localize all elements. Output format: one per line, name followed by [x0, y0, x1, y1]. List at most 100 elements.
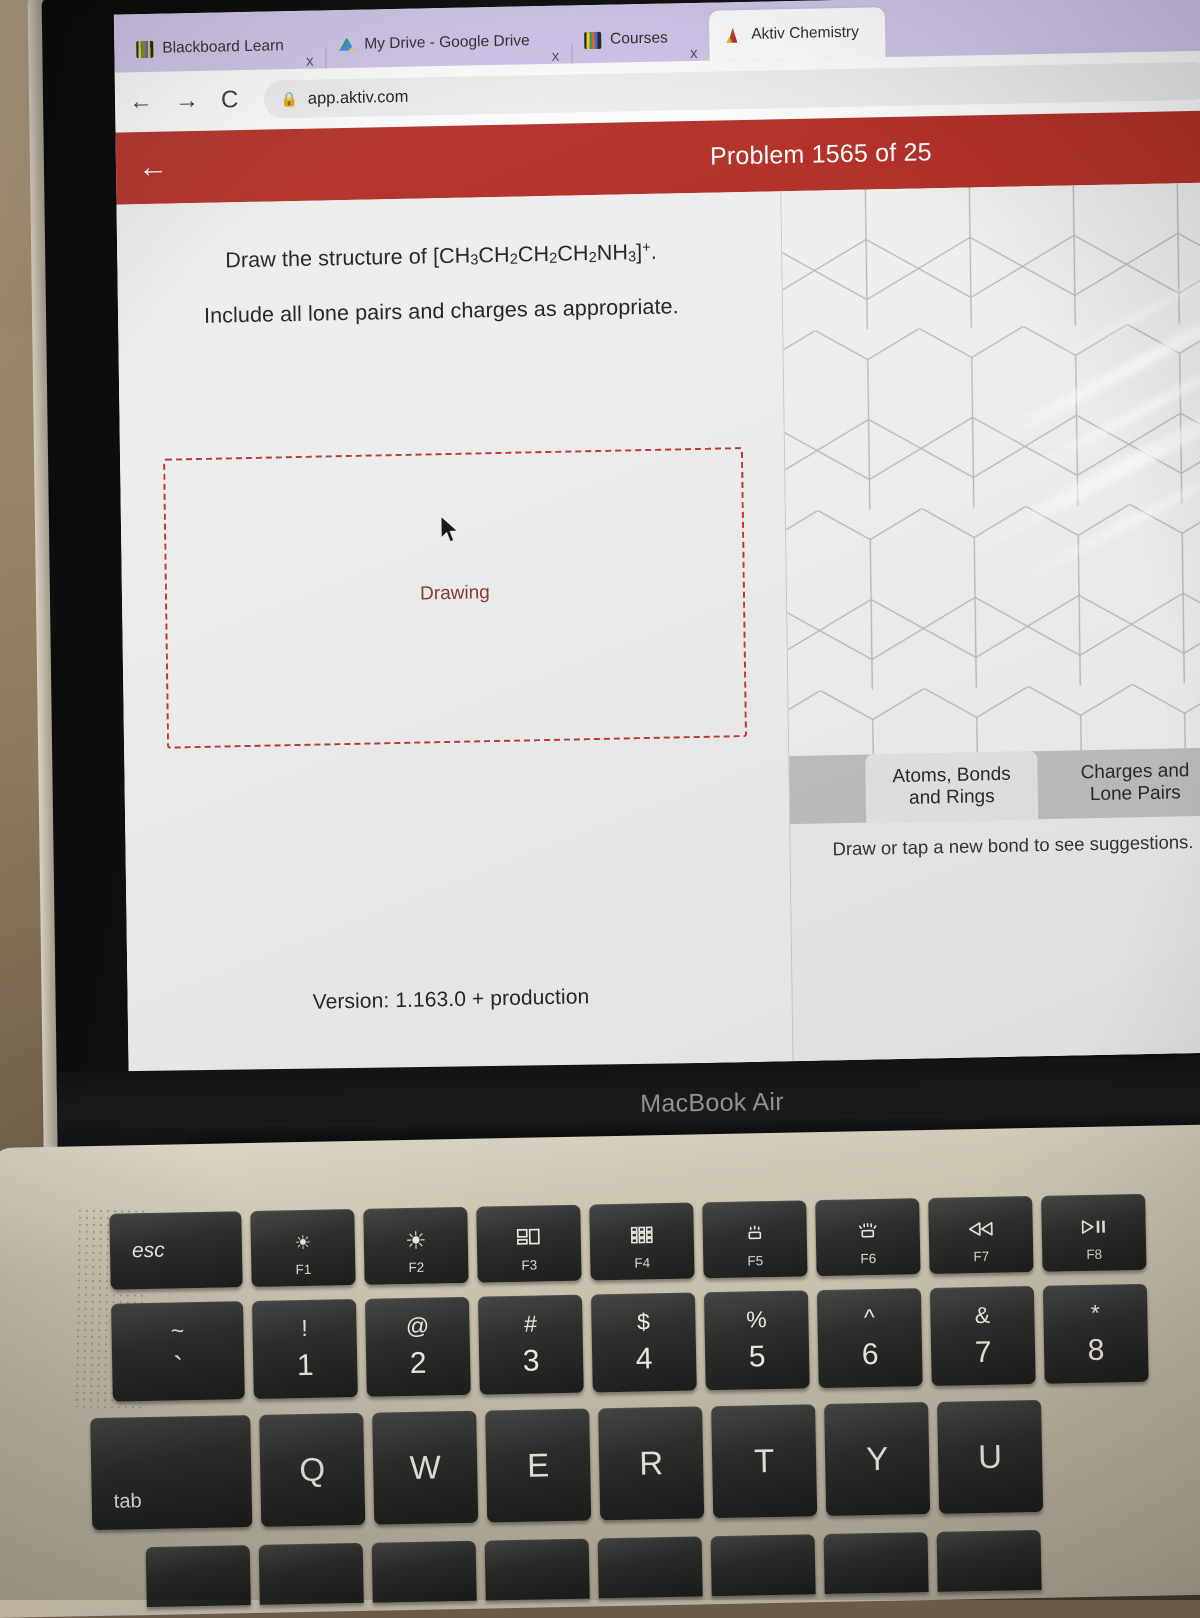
key-backtick[interactable]: ~ `	[111, 1301, 245, 1402]
key-label: 1	[297, 1351, 314, 1381]
key-label: F1	[295, 1262, 311, 1277]
browser-tab-my-drive[interactable]: My Drive - Google Drive	[328, 18, 534, 68]
key-f6[interactable]: F6	[815, 1198, 920, 1276]
key-u[interactable]: U	[937, 1400, 1043, 1514]
key-label: 6	[862, 1340, 879, 1370]
key-shift-label: ~	[171, 1320, 185, 1343]
number-key-row: ~ ` ! 1 @ 2 # 3 $ 4 % 5 ^ 6 & 7	[111, 1284, 1149, 1402]
honeycomb-background	[781, 182, 1200, 756]
key-t[interactable]: T	[711, 1404, 817, 1518]
browser-tab-title: Blackboard Learn	[162, 37, 284, 57]
key-f8[interactable]: F8	[1041, 1194, 1146, 1272]
key-row4[interactable]	[824, 1532, 929, 1594]
key-f7[interactable]: F7	[928, 1196, 1033, 1274]
tab-separator	[325, 48, 326, 68]
browser-tab-blackboard-learn[interactable]: Blackboard Learn	[126, 23, 288, 72]
key-f2[interactable]: ☀ F2	[363, 1207, 468, 1285]
brightness-up-icon: ☀	[405, 1229, 427, 1253]
mission-control-icon	[517, 1228, 541, 1249]
laptop-keyboard-deck: esc ☀ F1 ☀ F2 F3	[0, 1124, 1200, 1618]
key-e[interactable]: E	[485, 1409, 591, 1523]
key-q[interactable]: Q	[259, 1413, 365, 1527]
key-label: 5	[749, 1342, 766, 1372]
launchpad-icon	[631, 1226, 653, 1247]
key-label: W	[409, 1448, 441, 1487]
key-label: U	[978, 1438, 1003, 1476]
tab-atoms-bonds-and-rings[interactable]: Atoms, Bonds and Rings	[865, 751, 1038, 822]
key-w[interactable]: W	[372, 1411, 478, 1525]
key-label: F4	[634, 1255, 650, 1270]
key-shift-label: $	[637, 1311, 650, 1334]
key-3[interactable]: # 3	[478, 1295, 584, 1395]
key-label: R	[639, 1444, 664, 1482]
key-label: 3	[523, 1346, 540, 1376]
browser-tab-courses[interactable]: Courses	[574, 15, 672, 63]
key-label: T	[754, 1442, 775, 1480]
key-f3[interactable]: F3	[476, 1205, 581, 1283]
key-shift-label: !	[301, 1317, 308, 1340]
browser-back-icon[interactable]: ←	[129, 90, 153, 114]
key-y[interactable]: Y	[824, 1402, 930, 1516]
courses-icon	[584, 31, 601, 48]
tool-pane: Atoms, Bonds and Rings Charges and Lone …	[781, 182, 1200, 1061]
drawing-placeholder-label: Drawing	[167, 577, 743, 611]
key-shift-label: &	[975, 1304, 991, 1327]
key-row4[interactable]	[372, 1541, 477, 1603]
close-tab-my-drive-icon[interactable]: x	[552, 49, 560, 64]
rewind-icon	[967, 1220, 995, 1241]
browser-tab-aktiv-chemistry[interactable]: Aktiv Chemistry	[709, 7, 885, 61]
key-label: E	[527, 1446, 550, 1484]
key-2[interactable]: @ 2	[365, 1297, 471, 1397]
key-label: F8	[1086, 1247, 1102, 1262]
keyboard-brightness-up-icon	[855, 1222, 881, 1242]
key-4[interactable]: $ 4	[591, 1292, 697, 1392]
key-label: Q	[299, 1451, 325, 1489]
aktiv-chemistry-icon	[725, 26, 742, 43]
key-5[interactable]: % 5	[704, 1290, 810, 1390]
key-row4[interactable]	[485, 1539, 590, 1601]
question-formula-line: Draw the structure of [CH3CH2CH2CH2NH3]+…	[116, 191, 781, 275]
version-label: Version: 1.163.0 + production	[312, 985, 589, 1015]
address-bar[interactable]: 🔒 app.aktiv.com	[264, 62, 1200, 119]
macbook-air-laptop: Blackboard Learn x My Drive - Google Dri…	[42, 0, 1200, 1176]
site-lock-icon: 🔒	[280, 90, 298, 107]
key-1[interactable]: ! 1	[252, 1299, 358, 1399]
key-row4[interactable]	[146, 1545, 251, 1607]
key-label: F6	[860, 1251, 876, 1266]
browser-reload-icon[interactable]: C	[221, 88, 239, 112]
key-esc[interactable]: esc	[109, 1211, 242, 1290]
key-f1[interactable]: ☀ F1	[250, 1209, 355, 1287]
key-8[interactable]: * 8	[1043, 1284, 1149, 1384]
key-shift-label: *	[1091, 1302, 1100, 1325]
key-label: esc	[132, 1239, 165, 1264]
tab-charges-and-lone-pairs[interactable]: Charges and Lone Pairs	[1037, 747, 1200, 819]
key-f5[interactable]: F5	[702, 1200, 807, 1278]
key-r[interactable]: R	[598, 1406, 704, 1520]
problem-counter: Problem 1565 of 25	[116, 132, 1200, 183]
key-6[interactable]: ^ 6	[817, 1288, 923, 1388]
address-bar-url: app.aktiv.com	[308, 87, 409, 108]
key-label: `	[173, 1353, 184, 1383]
play-pause-icon	[1080, 1218, 1108, 1239]
key-shift-label: #	[524, 1313, 537, 1336]
close-tab-courses-icon[interactable]: x	[690, 46, 698, 61]
key-tab[interactable]: tab	[90, 1415, 252, 1530]
key-row4[interactable]	[598, 1536, 703, 1598]
key-7[interactable]: & 7	[930, 1286, 1036, 1386]
browser-forward-icon[interactable]: →	[175, 89, 199, 113]
key-row4[interactable]	[711, 1534, 816, 1596]
brightness-down-icon: ☀	[294, 1234, 311, 1253]
key-label: 8	[1087, 1335, 1104, 1365]
key-row4[interactable]	[937, 1530, 1042, 1592]
key-label: 4	[636, 1344, 653, 1374]
key-f4[interactable]: F4	[589, 1203, 694, 1281]
key-label: F7	[973, 1249, 989, 1264]
key-label: F3	[521, 1258, 537, 1273]
function-key-row: esc ☀ F1 ☀ F2 F3	[109, 1194, 1146, 1290]
tool-panel-hint: Draw or tap a new bond to see suggestion…	[790, 830, 1200, 861]
key-label: F2	[408, 1260, 424, 1275]
close-tab-blackboard-learn-icon[interactable]: x	[306, 54, 314, 69]
drawing-canvas[interactable]: Drawing	[163, 447, 747, 749]
key-row4[interactable]	[259, 1543, 364, 1605]
browser-tab-title: My Drive - Google Drive	[364, 32, 530, 53]
